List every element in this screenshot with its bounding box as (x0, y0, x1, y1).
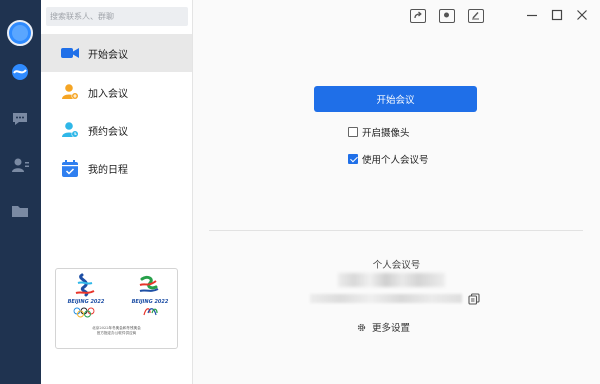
blurred-meeting-id (338, 273, 445, 287)
beijing-2022-logos-icon: BEIJING 2022 BEIJING 2022 (68, 273, 169, 318)
camera-option-label: 开启摄像头 (362, 128, 410, 139)
calendar-icon (61, 159, 79, 177)
camera-option[interactable]: 开启摄像头 (348, 125, 410, 139)
contacts-icon[interactable] (10, 155, 30, 175)
personal-meeting-id-label: 个人会议号 (372, 260, 421, 271)
avatar[interactable] (7, 20, 33, 46)
chat-icon[interactable] (10, 109, 30, 129)
menu-item-my-schedule[interactable]: 我的日程 (41, 149, 192, 187)
personal-id-option[interactable]: 使用个人会议号 (348, 152, 429, 166)
menu-item-label: 预约会议 (88, 126, 128, 138)
window-controls (526, 9, 588, 21)
toolbar (410, 9, 484, 23)
svg-text:BEIJING 2022: BEIJING 2022 (68, 299, 105, 305)
personal-id-checkbox[interactable] (348, 154, 358, 164)
camera-checkbox[interactable] (348, 127, 358, 137)
close-icon[interactable] (576, 9, 588, 21)
more-settings-link[interactable]: 更多设置 (356, 320, 410, 334)
more-settings-label: 更多设置 (372, 323, 411, 334)
banner-caption-line2: 官方指定办公软件供应商 (96, 331, 137, 335)
menu-item-label: 开始会议 (88, 49, 128, 61)
sponsor-banner[interactable]: BEIJING 2022 BEIJING 2022 北京2022年冬奥会和冬残奥… (55, 268, 178, 349)
blurred-meeting-link (310, 294, 462, 303)
side-menu: 开始会议 加入会议 预约会议 我的日程 BEIJING 2022 (41, 0, 193, 384)
menu-item-label: 我的日程 (88, 164, 128, 176)
start-meeting-button[interactable]: 开始会议 (314, 86, 477, 112)
main-panel: 开始会议 开启摄像头 使用个人会议号 个人会议号 更多设置 (193, 0, 600, 384)
copy-icon[interactable] (468, 293, 480, 305)
add-user-icon (61, 83, 79, 101)
left-rail (0, 0, 41, 384)
maximize-icon[interactable] (551, 9, 563, 21)
minimize-icon[interactable] (526, 9, 538, 21)
svg-text:BEIJING 2022: BEIJING 2022 (132, 299, 169, 305)
meeting-logo-icon[interactable] (10, 62, 30, 82)
divider (209, 230, 583, 231)
menu-item-start-meeting[interactable]: 开始会议 (41, 34, 192, 72)
personal-id-option-label: 使用个人会议号 (362, 155, 429, 166)
banner-caption: 北京2022年冬奥会和冬残奥会 官方指定办公软件供应商 (56, 326, 177, 336)
screen-cast-icon[interactable] (439, 9, 455, 23)
whiteboard-icon[interactable] (468, 9, 484, 23)
video-camera-icon (61, 44, 79, 62)
search-input[interactable] (46, 7, 188, 26)
menu-item-label: 加入会议 (88, 88, 128, 100)
gear-icon (357, 323, 366, 331)
schedule-user-icon (61, 121, 79, 139)
menu-item-schedule-meeting[interactable]: 预约会议 (41, 111, 192, 149)
menu-item-join-meeting[interactable]: 加入会议 (41, 73, 192, 111)
share-screen-icon[interactable] (410, 9, 426, 23)
folder-icon[interactable] (10, 201, 30, 221)
